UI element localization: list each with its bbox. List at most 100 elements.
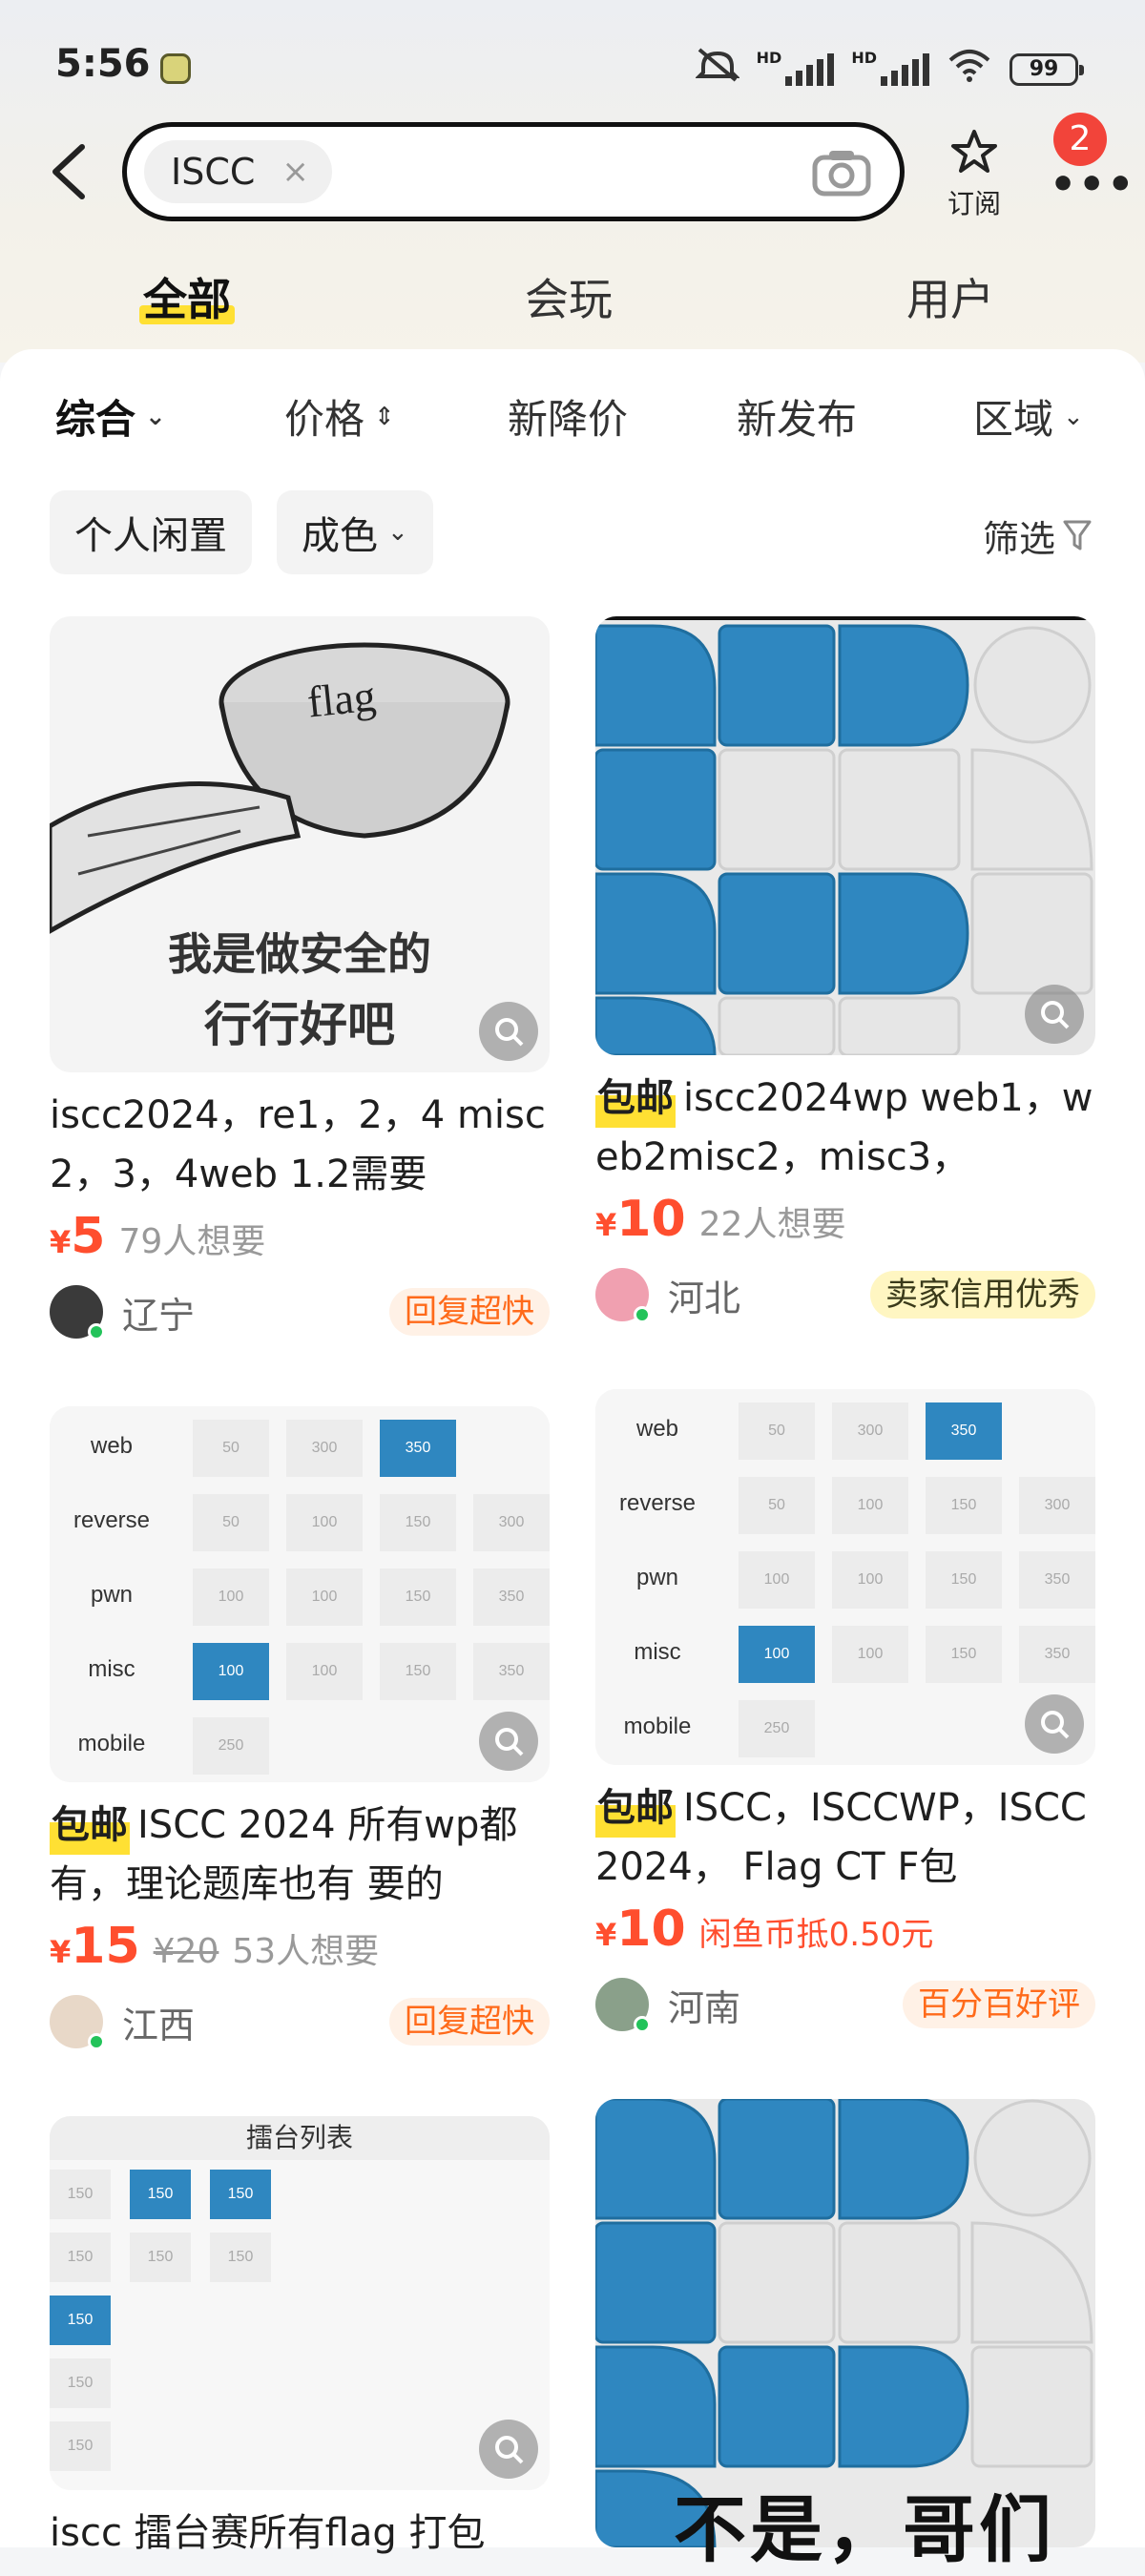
table-category: pwn [635, 1565, 679, 1590]
arena-list-header: 擂台列表 [50, 2116, 550, 2160]
pin-star-icon [941, 128, 1008, 187]
sort-price[interactable]: 价格 ⇕ [284, 387, 395, 446]
product-image: web 50 300 350 reverse 50 100 150 300 pwn 100 100 15… [595, 1389, 1095, 1765]
sort-price-drop[interactable]: 新降价 [508, 387, 628, 446]
price: ¥10 [595, 1901, 686, 1958]
table-cell: 350 [380, 1420, 456, 1477]
table-cell: 100 [739, 1626, 815, 1683]
meme-caption-1: 我是做安全的 [168, 928, 431, 980]
sort-new-release[interactable]: 新发布 [737, 387, 857, 446]
table-cell: 150 [926, 1477, 1002, 1534]
table-cell: 100 [286, 1494, 363, 1551]
image-search-icon[interactable] [479, 2420, 538, 2479]
seller-row: 河北 卖家信用优秀 [595, 1261, 1095, 1328]
sort-region[interactable]: 区域 ⌄ [973, 387, 1084, 446]
price-row: ¥10 22人想要 [595, 1191, 1095, 1248]
notification-app-icon [160, 53, 191, 84]
status-time: 5:56 [55, 42, 151, 86]
table-cell: 350 [473, 1568, 550, 1626]
image-overlay-text: 不是，哥们 [674, 2487, 1055, 2572]
tab-users[interactable]: 用户 [906, 265, 994, 328]
price-row: ¥10 闲鱼币抵0.50元 [595, 1901, 1095, 1958]
product-image: 擂台列表 150 150 150 150 150 150 150 150 150 [50, 2116, 550, 2490]
chevron-down-icon: ⌄ [387, 518, 408, 547]
camera-icon[interactable] [812, 148, 871, 197]
bowl-text: flag [304, 671, 378, 727]
seller-row: 辽宁 回复超快 [50, 1278, 550, 1345]
image-search-icon[interactable] [1025, 1694, 1084, 1754]
product-card[interactable]: 包邮 iscc2024wp web1，web2misc2，misc3， ¥10 2… [595, 616, 1095, 1328]
product-title: 包邮 ISCC，ISCCWP，ISCC2024， Flag CT F包 [595, 1778, 1095, 1897]
product-card[interactable]: web 50 300 350 reverse 50 100 150 300 pwn 100 100 15… [595, 1389, 1095, 2038]
funnel-icon [1063, 520, 1092, 550]
screen-filter-button[interactable]: 筛选 [983, 509, 1092, 562]
arena-cell: 150 [50, 2296, 111, 2345]
tab-play[interactable]: 会玩 [525, 265, 613, 328]
table-cell: 50 [739, 1402, 815, 1460]
table-row: misc 100 100 150 350 [595, 1618, 1095, 1693]
mute-icon [694, 46, 740, 93]
table-cell: 100 [193, 1643, 269, 1700]
status-bar: 5:56 HD HD 99 [0, 0, 1145, 134]
search-box[interactable]: ISCC × [122, 122, 905, 221]
product-title: 包邮 iscc2024wp web1，web2misc2，misc3， [595, 1069, 1095, 1187]
search-query-text: ISCC [171, 151, 256, 193]
product-title: 包邮 ISCC 2024 所有wp都有，理论题库也有 要的 [50, 1796, 550, 1914]
filter-personal-idle[interactable]: 个人闲置 [50, 490, 252, 574]
more-menu-button[interactable]: ••• [1050, 160, 1135, 209]
battery-icon: 99 [1010, 52, 1084, 86]
image-search-icon[interactable] [479, 1712, 538, 1771]
seller-region: 辽宁 [122, 1294, 196, 1337]
avatar [595, 1978, 651, 2033]
product-image: web 50 300 350 reverse 50 100 150 300 pwn 100 100 15… [50, 1406, 550, 1782]
chevron-down-icon: ⌄ [1063, 402, 1084, 431]
arena-cell: 150 [50, 2170, 111, 2219]
search-query-chip[interactable]: ISCC × [144, 140, 332, 203]
wifi-icon [947, 47, 992, 92]
chevron-down-icon: ⌄ [145, 402, 166, 431]
online-indicator [88, 2033, 105, 2050]
table-category: reverse [73, 1507, 151, 1533]
more-badge: 2 [1053, 113, 1107, 166]
image-search-icon[interactable] [1025, 985, 1084, 1044]
price-row: ¥5 79人想要 [50, 1208, 550, 1265]
table-cell: 250 [193, 1717, 269, 1775]
price: ¥15 [50, 1918, 140, 1975]
online-indicator [88, 1323, 105, 1340]
product-card[interactable]: 擂台列表 150 150 150 150 150 150 150 150 150 iscc 擂台… [50, 2116, 550, 2563]
product-card[interactable]: web 50 300 350 reverse 50 100 150 300 pwn 100 100 15… [50, 1406, 550, 2055]
table-cell: 150 [380, 1494, 456, 1551]
image-search-icon[interactable] [479, 1002, 538, 1061]
seller-region: 江西 [122, 2004, 196, 2046]
table-category: reverse [618, 1490, 697, 1516]
table-cell: 150 [380, 1568, 456, 1626]
original-price: ¥20 [153, 1932, 219, 1971]
table-cell: 100 [193, 1568, 269, 1626]
table-cell: 100 [739, 1551, 815, 1609]
product-image: flag 我是做安全的 行行好吧 [50, 616, 550, 1072]
tab-all[interactable]: 全部 [139, 265, 235, 328]
table-cell: 300 [473, 1494, 550, 1551]
sort-toggle-icon: ⇕ [374, 402, 395, 431]
arena-cell: 150 [130, 2233, 191, 2282]
table-cell: 300 [286, 1420, 363, 1477]
table-cell: 100 [832, 1477, 908, 1534]
table-category: mobile [623, 1714, 692, 1739]
signal-icon-1 [785, 52, 835, 86]
table-cell: 150 [926, 1626, 1002, 1683]
table-cell: 100 [832, 1626, 908, 1683]
table-category: misc [88, 1656, 135, 1682]
table-row: web 50 300 350 [595, 1395, 1095, 1469]
sort-comprehensive[interactable]: 综合 ⌄ [55, 387, 166, 446]
product-card[interactable]: flag 我是做安全的 行行好吧 iscc2024，re1，2，4 misc2，… [50, 616, 550, 1345]
filter-condition[interactable]: 成色 ⌄ [277, 490, 433, 574]
clear-query-icon[interactable]: × [281, 153, 309, 191]
table-row: reverse 50 100 150 300 [595, 1469, 1095, 1544]
online-indicator [634, 1306, 651, 1323]
price-row: ¥15 ¥20 53人想要 [50, 1918, 550, 1975]
product-title: iscc2024，re1，2，4 misc2，3，4web 1.2需要 [50, 1093, 546, 1196]
subscribe-button[interactable]: 订阅 [941, 128, 1008, 221]
back-button[interactable] [46, 141, 103, 208]
price: ¥10 [595, 1191, 686, 1248]
table-cell: 150 [380, 1643, 456, 1700]
